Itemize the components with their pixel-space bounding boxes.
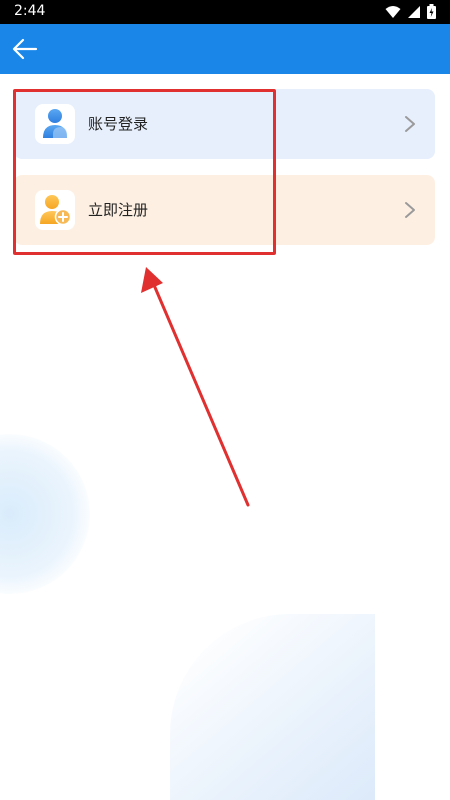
status-time: 2:44 [14, 3, 46, 19]
app-bar [0, 24, 450, 74]
arrow-left-icon [12, 38, 38, 60]
user-icon [35, 104, 75, 144]
status-icons [385, 4, 436, 19]
back-button[interactable] [8, 32, 42, 66]
login-item[interactable]: 账号登录 [14, 89, 435, 159]
signal-icon [408, 5, 420, 18]
battery-icon [427, 4, 436, 19]
register-label: 立即注册 [88, 201, 149, 219]
wifi-icon [385, 5, 401, 18]
login-label: 账号登录 [88, 115, 149, 133]
decorative-blob [0, 434, 90, 594]
status-bar: 2:44 [0, 0, 450, 24]
decorative-blob [170, 614, 375, 800]
chevron-right-icon [405, 202, 415, 218]
content-area: 账号登录 立即注册 [0, 74, 450, 800]
register-item[interactable]: 立即注册 [14, 175, 435, 245]
chevron-right-icon [405, 116, 415, 132]
add-user-icon [35, 190, 75, 230]
